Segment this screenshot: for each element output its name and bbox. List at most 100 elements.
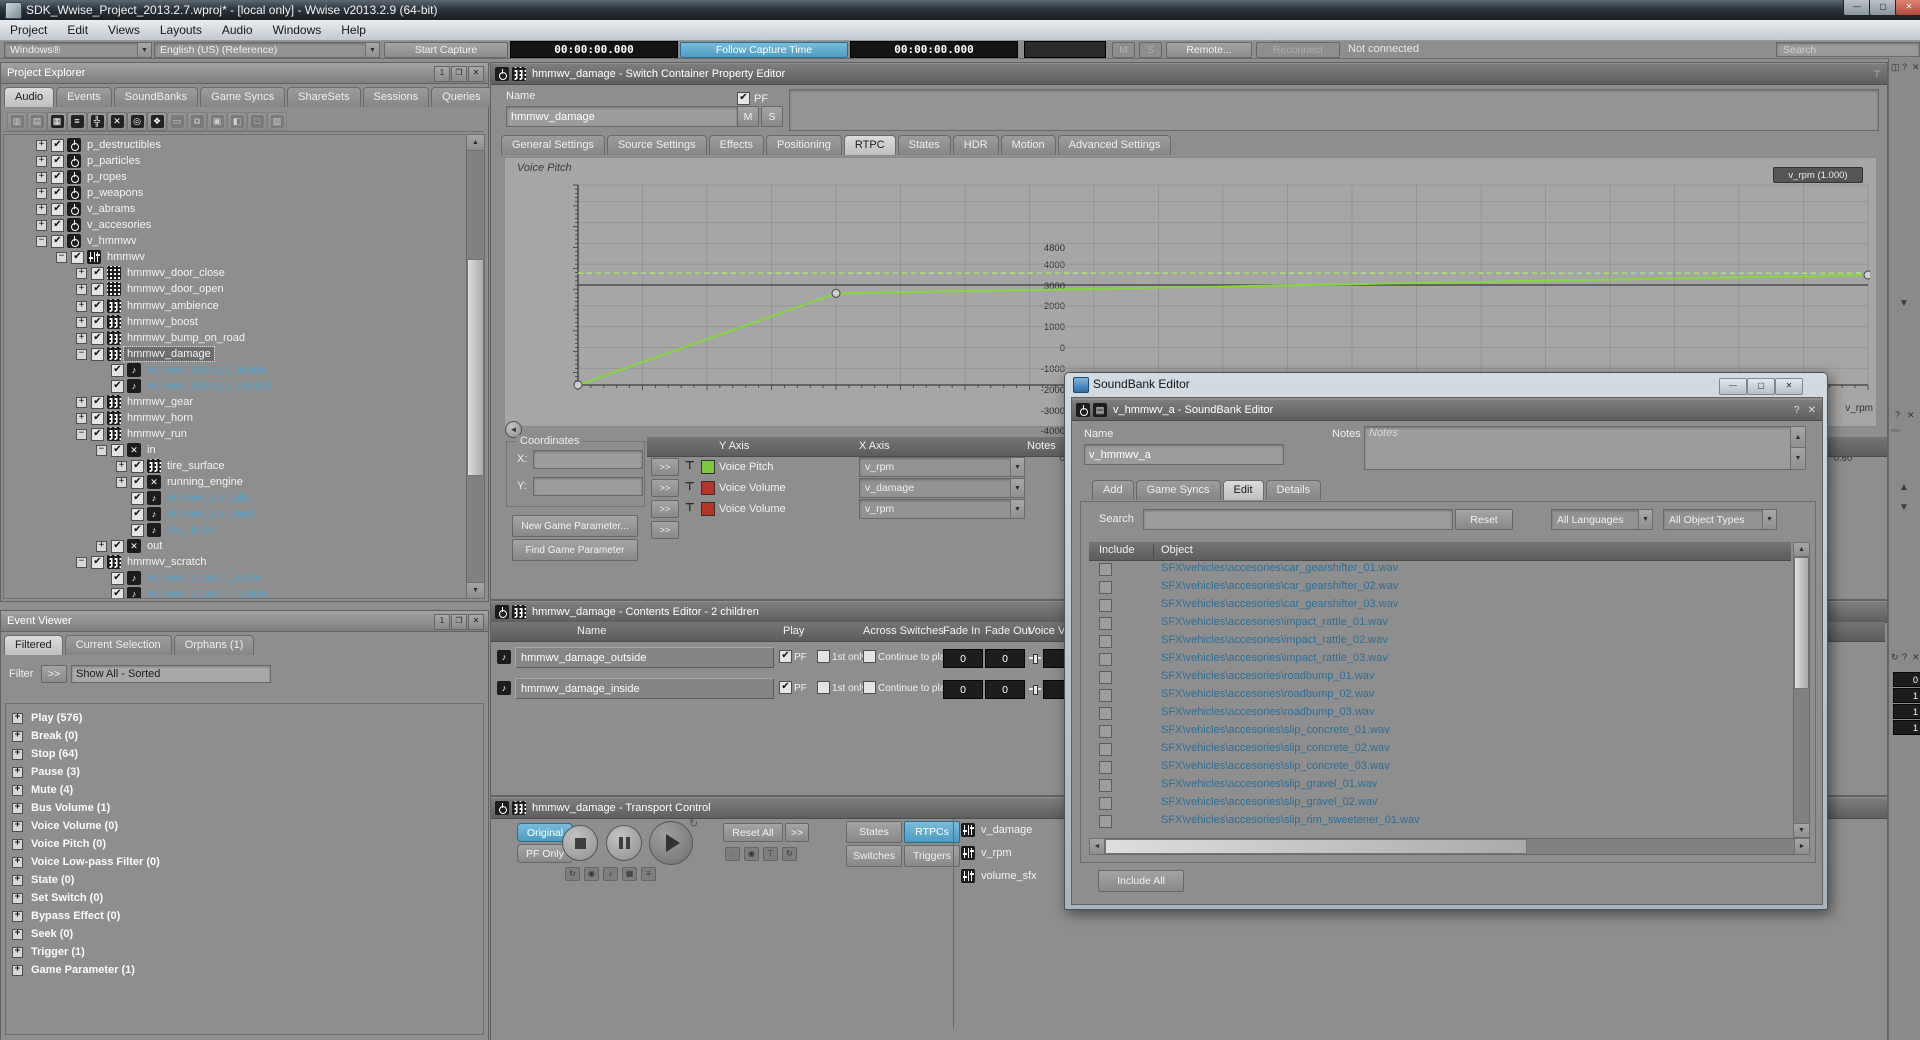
tree-item-checkbox[interactable]: ✔ — [111, 588, 124, 600]
tree-item-label[interactable]: hmmwv_boost — [124, 315, 201, 329]
soundbank-name-field[interactable]: v_hmmwv_a — [1084, 444, 1284, 465]
tree-item-label[interactable]: hmmwv_run_idle — [164, 491, 253, 505]
notes-field[interactable] — [789, 89, 1879, 131]
collapse-icon[interactable]: − — [96, 445, 107, 456]
reset-all-button[interactable]: Reset All — [723, 823, 783, 842]
midi-icon[interactable]: ♪ — [603, 867, 618, 881]
pin-icon[interactable]: ⊤ — [685, 459, 695, 472]
tab-events[interactable]: Events — [56, 87, 112, 107]
tree-item-label[interactable]: p_ropes — [84, 170, 130, 184]
tree-row[interactable]: +✔tire_surface — [4, 458, 464, 474]
expand-icon[interactable]: + — [116, 461, 127, 472]
tree-item-checkbox[interactable]: ✔ — [91, 556, 104, 569]
child-name-cell[interactable]: hmmwv_damage_outside — [515, 647, 774, 668]
tree-item-checkbox[interactable]: ✔ — [91, 283, 104, 296]
soundbank-object-row[interactable]: SFX\vehicles\accesories\impact_rattle_01… — [1089, 614, 1791, 632]
project-explorer-titlebar[interactable]: Project Explorer — [1, 63, 488, 84]
layout-icons[interactable]: ▫▫▫ — [1891, 426, 1900, 435]
fade-out-field[interactable]: 0 — [985, 649, 1025, 668]
close-view-icon[interactable]: ✕ — [107, 112, 127, 131]
tab-sharesets[interactable]: ShareSets — [287, 87, 360, 107]
tree-item-checkbox[interactable]: ✔ — [51, 171, 64, 184]
expand-icon[interactable]: + — [76, 268, 87, 279]
expand-icon[interactable]: + — [12, 749, 23, 760]
tree-item-label[interactable]: hmmwv_run_load — [164, 507, 257, 521]
tab-game-syncs[interactable]: Game Syncs — [200, 87, 285, 107]
include-checkbox[interactable] — [1099, 797, 1112, 810]
include-checkbox[interactable] — [1099, 779, 1112, 792]
pf-checkbox[interactable]: ✔ — [737, 92, 750, 105]
collapse-icon[interactable]: − — [76, 429, 87, 440]
mute-icon[interactable]: ◌ — [725, 847, 740, 861]
soundbank-header[interactable]: ▤ v_hmmwv_a - SoundBank Editor ? ✕ — [1072, 399, 1822, 421]
tree-item-label[interactable]: hmmwv — [104, 250, 148, 264]
tree-item-checkbox[interactable]: ✔ — [91, 316, 104, 329]
list-view-icon[interactable]: ≡ — [67, 112, 87, 131]
tree-item-checkbox[interactable]: ✔ — [91, 412, 104, 425]
tree-item-checkbox[interactable]: ✔ — [111, 572, 124, 585]
tree-row[interactable]: +✔hmmwv_bump_on_road — [4, 330, 464, 346]
object-path-link[interactable]: SFX\vehicles\accesories\slip_concrete_01… — [1161, 724, 1390, 736]
soundbank-editor-window[interactable]: SoundBank Editor —▢✕ ▤ v_hmmwv_a - Sound… — [1064, 372, 1828, 910]
expand-icon[interactable]: + — [116, 477, 127, 488]
soundbank-object-row[interactable]: SFX\vehicles\accesories\slip_rim_sweeten… — [1089, 812, 1791, 830]
expand-icon[interactable]: + — [76, 284, 87, 295]
tab-soundbanks[interactable]: SoundBanks — [114, 87, 198, 107]
help-icon[interactable]: ? — [1902, 62, 1907, 72]
filter-preset-field[interactable]: Show All - Sorted — [71, 665, 271, 683]
tree-item-checkbox[interactable]: ✔ — [91, 396, 104, 409]
tree-row[interactable]: +✔p_destructibles — [4, 137, 464, 153]
expand-icon[interactable]: + — [36, 204, 47, 215]
tree-item-checkbox[interactable]: ✔ — [51, 187, 64, 200]
refresh-icon[interactable]: ↻ — [782, 847, 797, 861]
expand-icon[interactable]: + — [12, 965, 23, 976]
game-object-icon[interactable]: ▦ — [622, 867, 637, 881]
expand-icon[interactable]: + — [36, 220, 47, 231]
include-checkbox[interactable] — [1099, 815, 1112, 828]
unpin-icon[interactable]: ⊤ — [1873, 69, 1881, 80]
event-viewer-titlebar[interactable]: Event Viewer — [1, 611, 488, 632]
tree-item-checkbox[interactable]: ✔ — [131, 508, 144, 521]
object-path-link[interactable]: SFX\vehicles\accesories\car_gearshifter_… — [1161, 580, 1398, 592]
rtpc-expand-button[interactable]: >> — [651, 500, 679, 518]
tree-item-checkbox[interactable]: ✔ — [131, 476, 144, 489]
tab-orphans-1-[interactable]: Orphans (1) — [174, 635, 255, 655]
expand-icon[interactable]: + — [36, 172, 47, 183]
rtpc-x-axis-dropdown[interactable]: v_rpm▼ — [859, 457, 1025, 477]
rtpc-expand-button[interactable]: >> — [651, 458, 679, 476]
start-capture-button[interactable]: Start Capture — [384, 42, 508, 58]
tree-item-label[interactable]: tire_surface — [164, 459, 227, 473]
filter-icon[interactable]: ◧ — [227, 112, 247, 131]
notes-scroll-up-icon[interactable]: ▲ — [1790, 426, 1806, 449]
x-coordinate-field[interactable] — [533, 450, 643, 469]
rtpcs-button[interactable]: RTPCs — [904, 821, 960, 843]
link-icon[interactable]: ▭ — [167, 112, 187, 131]
chevron-down-icon[interactable]: ▼ — [1899, 298, 1909, 309]
object-path-link[interactable]: SFX\vehicles\accesories\roadbump_03.wav — [1161, 706, 1374, 718]
query-icon[interactable]: ❖ — [147, 112, 167, 131]
physical-folder-icon[interactable]: ▥ — [7, 112, 27, 131]
tree-row[interactable]: ✔♪rev_limiter — [4, 522, 464, 538]
event-action-row[interactable]: +Voice Pitch (0) — [12, 838, 106, 850]
expand-icon[interactable]: + — [12, 893, 23, 904]
splitter[interactable] — [953, 819, 954, 1029]
soundbank-close-button[interactable]: ✕ — [1775, 378, 1803, 395]
volume-slider-icon[interactable] — [1029, 653, 1041, 663]
tree-row[interactable]: ✔♪hmmwv_run_load — [4, 506, 464, 522]
stop-button[interactable] — [562, 825, 598, 861]
tab-states[interactable]: States — [898, 135, 951, 155]
expand-icon[interactable]: + — [36, 156, 47, 167]
event-action-row[interactable]: +Pause (3) — [12, 766, 80, 778]
expand-icon[interactable]: + — [76, 301, 87, 312]
tree-item-checkbox[interactable]: ✔ — [131, 492, 144, 505]
collapse-icon[interactable]: − — [76, 349, 87, 360]
tab-queries[interactable]: Queries — [431, 87, 492, 107]
mute-button[interactable]: M — [737, 106, 759, 127]
tree-item-checkbox[interactable]: ✔ — [51, 155, 64, 168]
tree-item-checkbox[interactable]: ✔ — [51, 139, 64, 152]
tab-game-syncs[interactable]: Game Syncs — [1136, 480, 1221, 500]
event-action-row[interactable]: +Bus Volume (1) — [12, 802, 110, 814]
object-path-link[interactable]: SFX\vehicles\accesories\impact_rattle_03… — [1161, 652, 1388, 664]
tree-row[interactable]: +✔hmmwv_gear — [4, 394, 464, 410]
tree-row[interactable]: −✔hmmwv — [4, 249, 464, 265]
